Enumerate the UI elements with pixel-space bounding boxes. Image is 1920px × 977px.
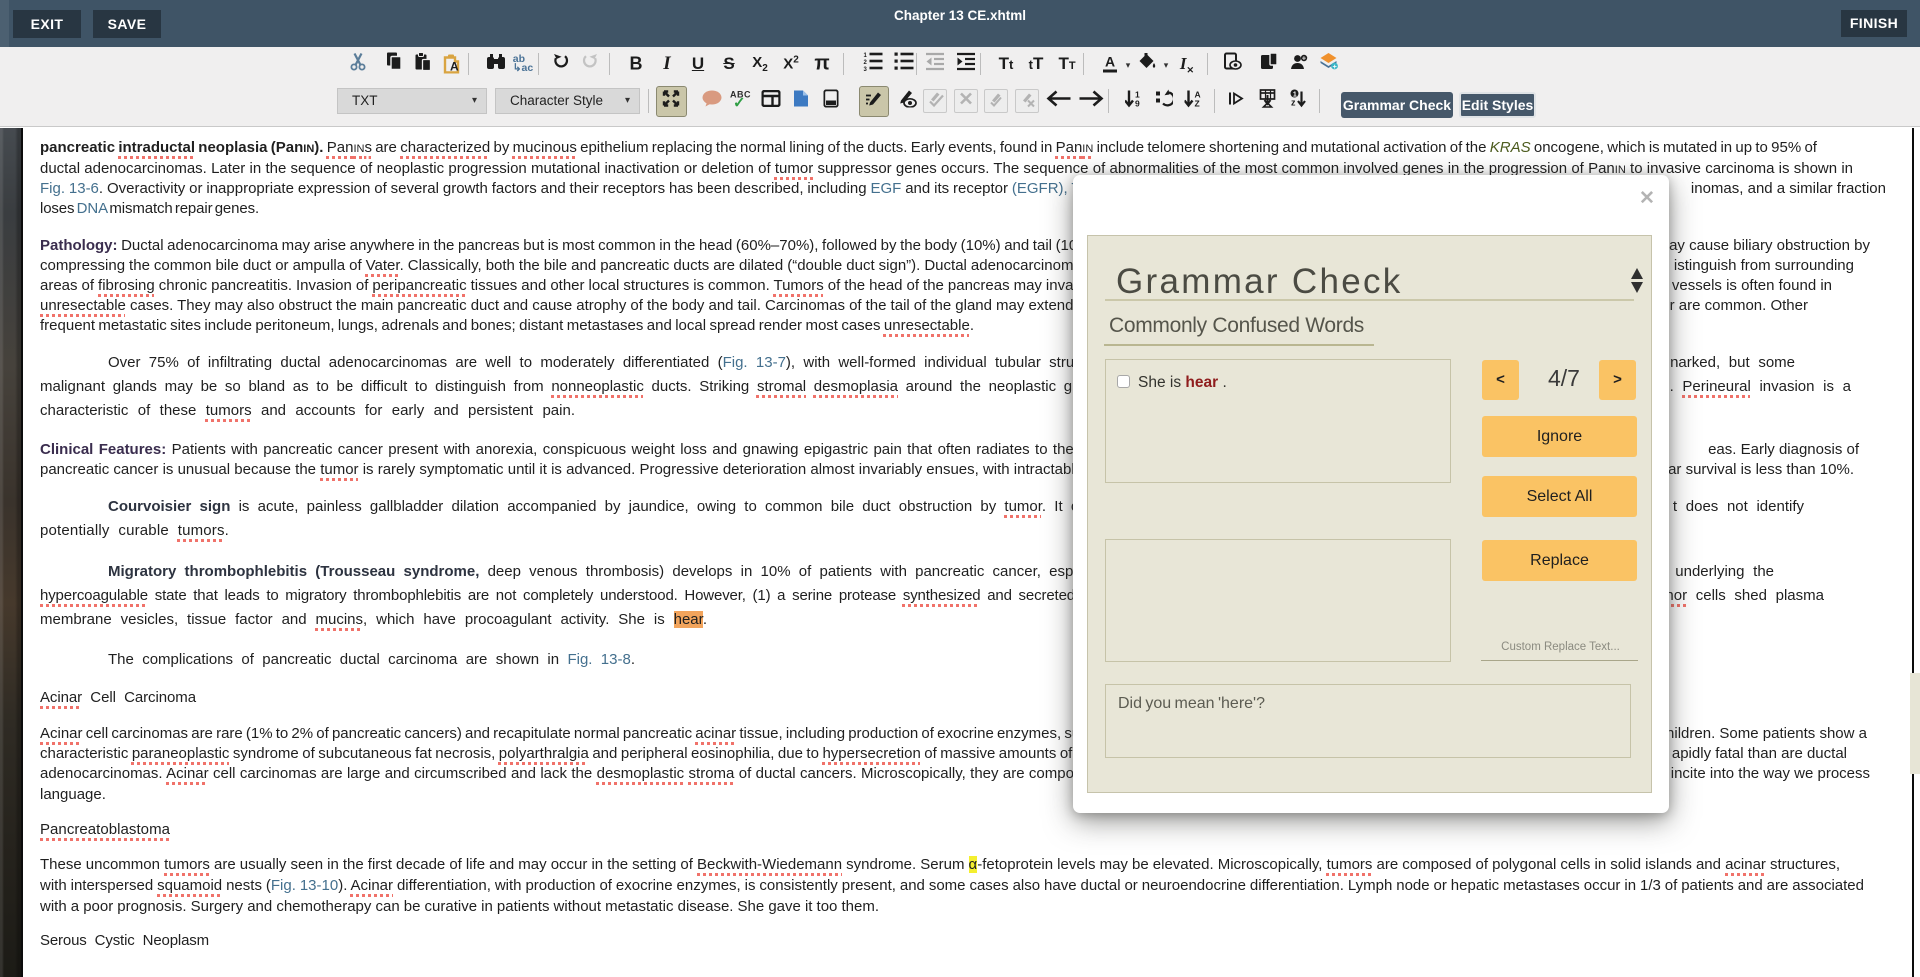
svg-text:9: 9	[1135, 99, 1140, 108]
svg-text:3: 3	[864, 67, 868, 71]
svg-text:2: 2	[864, 60, 868, 66]
svg-text:+: +	[1302, 54, 1307, 63]
svg-text:z: z	[1291, 98, 1296, 108]
svg-text:+: +	[1333, 62, 1338, 70]
svg-text:Z: Z	[1195, 99, 1200, 108]
svg-text:1: 1	[864, 53, 868, 59]
